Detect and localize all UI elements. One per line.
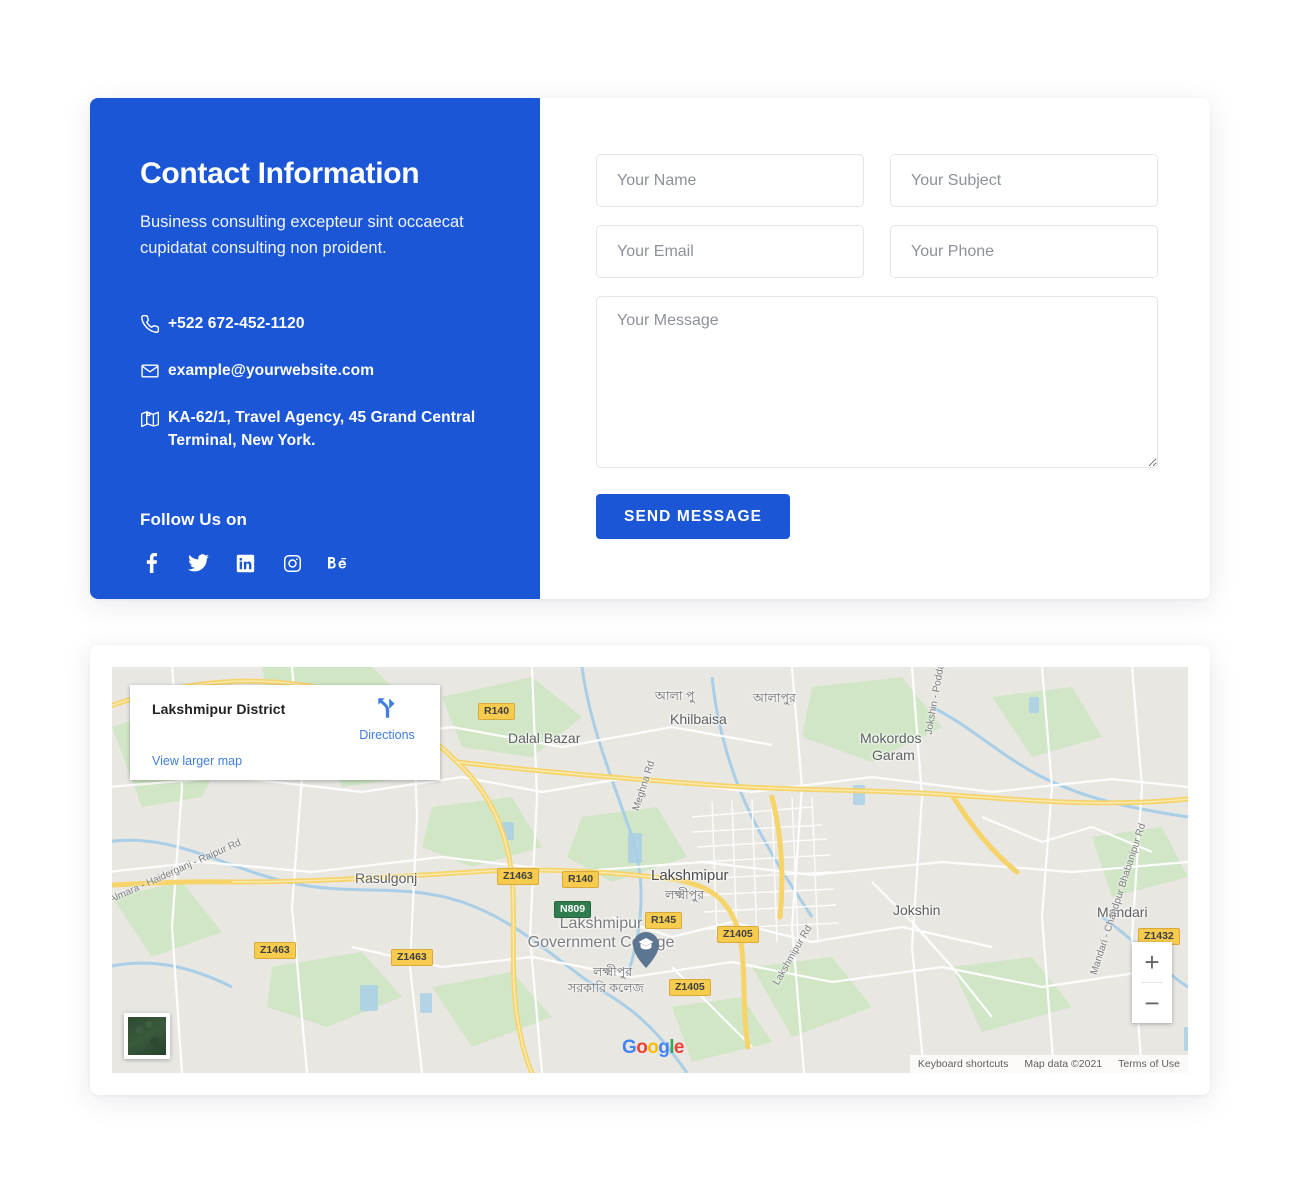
map-card: Dalal Bazar Khilbaisa আলাপুর আলা পু Moko…: [90, 645, 1210, 1095]
social-link-facebook[interactable]: [140, 552, 162, 574]
google-logo-letter: e: [673, 1037, 685, 1058]
route-shield: Z1463: [497, 868, 539, 885]
view-larger-map-link[interactable]: View larger map: [152, 754, 242, 768]
contact-details-list: +522 672-452-1120 example@yourwebsite.co…: [140, 313, 490, 452]
twitter-icon: [187, 554, 209, 572]
map-label: Rasulgonj: [355, 870, 418, 886]
map-data-label: Map data ©2021: [1024, 1058, 1103, 1070]
route-shield: R145: [645, 912, 683, 929]
keyboard-shortcuts-label[interactable]: Keyboard shortcuts: [918, 1058, 1008, 1070]
map-label: Jokshin: [893, 902, 941, 918]
map-place-name: Lakshmipur District: [152, 701, 286, 717]
route-shield: Z1405: [717, 926, 759, 943]
social-link-instagram[interactable]: [281, 552, 303, 574]
route-shield: R140: [562, 871, 600, 888]
linkedin-icon: [236, 554, 255, 573]
route-shield: Z1463: [391, 949, 433, 966]
map-viewport[interactable]: Dalal Bazar Khilbaisa আলাপুর আলা পু Moko…: [112, 667, 1188, 1073]
page-root: Contact Information Business consulting …: [0, 0, 1300, 1204]
map-label: Garam: [872, 747, 915, 763]
map-poi-line2: Government College: [527, 933, 675, 951]
contact-information-panel: Contact Information Business consulting …: [90, 98, 540, 599]
route-shield: N809: [554, 901, 592, 918]
google-logo-letter: G: [622, 1037, 637, 1058]
instagram-icon: [283, 554, 302, 573]
phone-icon: [140, 314, 168, 336]
contact-phone-value: +522 672-452-1120: [168, 315, 305, 333]
satellite-view-toggle[interactable]: [124, 1013, 170, 1059]
envelope-icon: [140, 361, 168, 383]
zoom-out-button[interactable]: −: [1132, 983, 1172, 1023]
map-label: লক্ষ্মীপুর: [665, 888, 705, 902]
social-link-behance[interactable]: [328, 552, 350, 574]
contact-address-row[interactable]: KA-62/1, Travel Agency, 45 Grand Central…: [140, 407, 490, 452]
google-logo-letter: g: [658, 1037, 670, 1058]
page-title: Contact Information: [140, 157, 420, 190]
map-label: সরকারি কলেজ: [568, 981, 644, 995]
social-link-linkedin[interactable]: [234, 552, 256, 574]
social-link-twitter[interactable]: [187, 552, 209, 574]
contact-card: Contact Information Business consulting …: [90, 98, 1210, 599]
contact-phone-row[interactable]: +522 672-452-1120: [140, 313, 490, 336]
email-input[interactable]: [596, 225, 864, 278]
map-attribution-bar: Keyboard shortcuts Map data ©2021 Terms …: [909, 1055, 1188, 1073]
contact-description: Business consulting excepteur sint occae…: [140, 213, 464, 257]
route-shield: R140: [478, 703, 516, 720]
route-shield: Z1405: [669, 979, 711, 996]
route-shield: Z1463: [254, 942, 296, 959]
zoom-in-button[interactable]: +: [1132, 942, 1172, 982]
satellite-thumbnail: [128, 1017, 166, 1055]
contact-address-value: KA-62/1, Travel Agency, 45 Grand Central…: [168, 409, 476, 449]
map-marker-pin[interactable]: [633, 932, 659, 968]
google-logo: Google: [622, 1037, 684, 1059]
directions-button[interactable]: Directions: [348, 695, 426, 742]
map-label: আলাপুর: [753, 691, 796, 705]
google-logo-letter: o: [636, 1037, 648, 1058]
message-textarea[interactable]: [596, 296, 1158, 468]
google-logo-letter: o: [647, 1037, 659, 1058]
map-info-box: Lakshmipur District Directions View larg…: [130, 685, 440, 780]
behance-icon: [328, 555, 350, 571]
map-icon: [140, 408, 168, 430]
phone-input[interactable]: [890, 225, 1158, 278]
directions-label: Directions: [359, 728, 415, 742]
contact-email-row[interactable]: example@yourwebsite.com: [140, 360, 490, 383]
map-label: Mokordos: [860, 730, 922, 746]
map-zoom-controls: + −: [1132, 942, 1172, 1023]
send-message-button[interactable]: SEND MESSAGE: [596, 494, 791, 539]
facebook-icon: [146, 553, 157, 574]
follow-us-label: Follow Us on: [140, 510, 247, 530]
map-label: আলা পু: [655, 689, 695, 703]
map-label: Khilbaisa: [670, 711, 727, 727]
terms-of-use-link[interactable]: Terms of Use: [1118, 1058, 1180, 1070]
contact-form-panel: SEND MESSAGE: [540, 98, 1210, 599]
map-label: Dalal Bazar: [508, 730, 581, 746]
message-field-wrapper: [596, 296, 1158, 468]
directions-icon: [374, 698, 400, 725]
contact-email-value: example@yourwebsite.com: [168, 362, 375, 380]
map-label: Lakshmipur: [651, 867, 729, 884]
subject-input[interactable]: [890, 154, 1158, 207]
map-label: Mandari: [1097, 904, 1148, 920]
social-links: [140, 552, 490, 574]
contact-form: [596, 154, 1158, 468]
name-input[interactable]: [596, 154, 864, 207]
